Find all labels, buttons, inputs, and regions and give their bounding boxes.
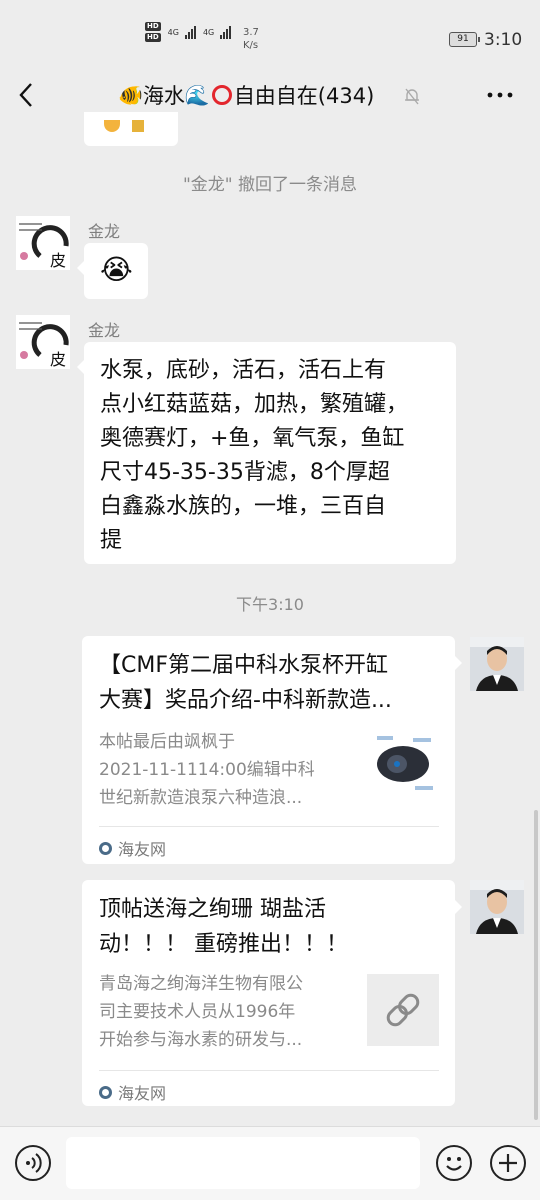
status-bar: HD HD 4G 4G 3.7 K/s 91 3:10 bbox=[0, 0, 540, 62]
avatar[interactable] bbox=[470, 880, 524, 934]
wave-emoji: 🌊 bbox=[184, 83, 210, 107]
card-description: 青岛海之绚海洋生物有限公 司主要技术人员从1996年 开始参与海水素的研发与..… bbox=[99, 970, 354, 1054]
network-type-b: 4G bbox=[202, 27, 215, 37]
plus-icon bbox=[499, 1154, 517, 1172]
emoji-fragment bbox=[132, 120, 144, 132]
source-app-icon bbox=[99, 841, 112, 855]
chat-header: 🐠 海水 🌊 自由自在(434) bbox=[0, 62, 540, 128]
more-dots-icon bbox=[487, 92, 513, 98]
card-title-line: 【CMF第二届中科水泵杯开缸 bbox=[99, 653, 388, 678]
voice-input-button[interactable] bbox=[15, 1145, 51, 1181]
chat-title-main: 自由自在(434) bbox=[233, 84, 375, 108]
card-title-line: 顶帖送海之绚珊 瑚盐活 bbox=[99, 897, 326, 922]
battery-icon: 91 bbox=[449, 32, 480, 47]
link-card[interactable]: 【CMF第二届中科水泵杯开缸 大赛】奖品介绍-中科新款造... 本帖最后由飒枫于… bbox=[82, 636, 462, 864]
card-divider bbox=[99, 1070, 439, 1071]
message-line: 点小红菇蓝菇，加热，繁殖罐， bbox=[100, 392, 409, 417]
card-title-line: 动！！！ 重磅推出！！！ bbox=[99, 932, 348, 957]
link-card[interactable]: 顶帖送海之绚珊 瑚盐活 动！！！ 重磅推出！！！ 青岛海之绚海洋生物有限公 司主… bbox=[82, 880, 462, 1106]
signal-indicators: HD HD 4G 4G bbox=[145, 22, 232, 42]
chat-title-word: 海水 bbox=[142, 84, 185, 108]
avatar[interactable]: 皮 bbox=[16, 216, 70, 270]
card-title: 【CMF第二届中科水泵杯开缸 大赛】奖品介绍-中科新款造... bbox=[99, 648, 439, 718]
card-divider bbox=[99, 826, 439, 827]
emoji-button[interactable] bbox=[436, 1145, 472, 1181]
source-name: 海友网 bbox=[118, 1084, 167, 1103]
previous-message-bubble[interactable] bbox=[84, 112, 178, 146]
card-source: 海友网 bbox=[99, 1080, 166, 1104]
card-description: 本帖最后由飒枫于 2021-11-1114:00编辑中科 世纪新款造浪泵六种造浪… bbox=[99, 728, 354, 812]
card-desc-line: 2021-11-1114:00编辑中科 bbox=[99, 760, 315, 780]
sender-name: 金龙 bbox=[88, 222, 121, 241]
voice-icon bbox=[26, 1153, 42, 1173]
scrollbar[interactable] bbox=[534, 810, 538, 1120]
svg-text:皮: 皮 bbox=[50, 350, 66, 369]
card-title: 顶帖送海之绚珊 瑚盐活 动！！！ 重磅推出！！！ bbox=[99, 892, 439, 962]
svg-text:皮: 皮 bbox=[50, 251, 66, 270]
crying-emoji: 😭 bbox=[100, 253, 133, 286]
recall-notice: "金龙" 撤回了一条消息 bbox=[182, 175, 358, 195]
source-name: 海友网 bbox=[118, 840, 167, 859]
link-icon bbox=[367, 974, 439, 1046]
status-time: 3:10 bbox=[484, 30, 523, 50]
ink-calligraphy-avatar-icon: 皮 bbox=[16, 315, 70, 369]
smiley-icon bbox=[446, 1157, 462, 1171]
emoji-fragment bbox=[104, 120, 120, 132]
message-line: 奥德赛灯，+鱼，氧气泵，鱼缸 bbox=[100, 426, 405, 451]
avatar[interactable]: 皮 bbox=[16, 315, 70, 369]
message-input[interactable] bbox=[66, 1137, 420, 1189]
avatar[interactable] bbox=[470, 637, 524, 691]
mute-bell-icon bbox=[405, 88, 419, 105]
pump-thumbnail-icon bbox=[367, 728, 439, 800]
more-functions-button[interactable] bbox=[490, 1145, 526, 1181]
network-speed: 3.7 K/s bbox=[243, 26, 259, 52]
source-app-icon bbox=[99, 1085, 112, 1099]
card-desc-line: 青岛海之绚海洋生物有限公 bbox=[99, 974, 303, 994]
signal-bars-icon bbox=[184, 25, 196, 39]
card-desc-line: 世纪新款造浪泵六种造浪... bbox=[99, 788, 303, 808]
card-desc-line: 司主要技术人员从1996年 bbox=[99, 1002, 296, 1022]
message-text: 水泵，底砂，活石，活石上有 点小红菇蓝菇，加热，繁殖罐， 奥德赛灯，+鱼，氧气泵… bbox=[84, 342, 456, 570]
card-desc-line: 开始参与海水素的研发与... bbox=[99, 1030, 303, 1050]
input-bar bbox=[0, 1126, 540, 1200]
more-options-button[interactable] bbox=[486, 80, 514, 116]
signal-bars-icon bbox=[220, 25, 232, 39]
time-divider: 下午3:10 bbox=[236, 595, 304, 614]
sender-name: 金龙 bbox=[88, 321, 121, 340]
red-circle-icon bbox=[211, 85, 232, 105]
ink-calligraphy-avatar-icon: 皮 bbox=[16, 216, 70, 270]
network-type-a: 4G bbox=[167, 27, 179, 37]
message-line: 提 bbox=[100, 528, 123, 553]
message-line: 白鑫淼水族的，一堆，三百自 bbox=[100, 494, 387, 519]
message-bubble[interactable]: 水泵，底砂，活石，活石上有 点小红菇蓝菇，加热，繁殖罐， 奥德赛灯，+鱼，氧气泵… bbox=[77, 342, 456, 564]
chevron-left-icon bbox=[19, 83, 32, 107]
hd-badges: HD HD bbox=[145, 22, 161, 42]
message-line: 水泵，底砂，活石，活石上有 bbox=[100, 358, 387, 383]
speed-unit: K/s bbox=[243, 40, 259, 51]
card-title-line: 大赛】奖品介绍-中科新款造... bbox=[99, 688, 392, 713]
back-button[interactable] bbox=[15, 80, 39, 110]
card-desc-line: 本帖最后由飒枫于 bbox=[99, 732, 235, 752]
man-portrait-avatar-icon bbox=[470, 880, 524, 934]
message-line: 尺寸45-35-35背滤，8个厚超 bbox=[100, 460, 390, 485]
man-portrait-avatar-icon bbox=[470, 637, 524, 691]
chat-title: 🐠 海水 🌊 自由自在(434) bbox=[118, 80, 374, 110]
speed-value: 3.7 bbox=[243, 27, 259, 38]
card-source: 海友网 bbox=[99, 836, 166, 860]
message-bubble[interactable]: 😭 bbox=[77, 243, 148, 299]
fish-emoji: 🐠 bbox=[118, 83, 143, 107]
